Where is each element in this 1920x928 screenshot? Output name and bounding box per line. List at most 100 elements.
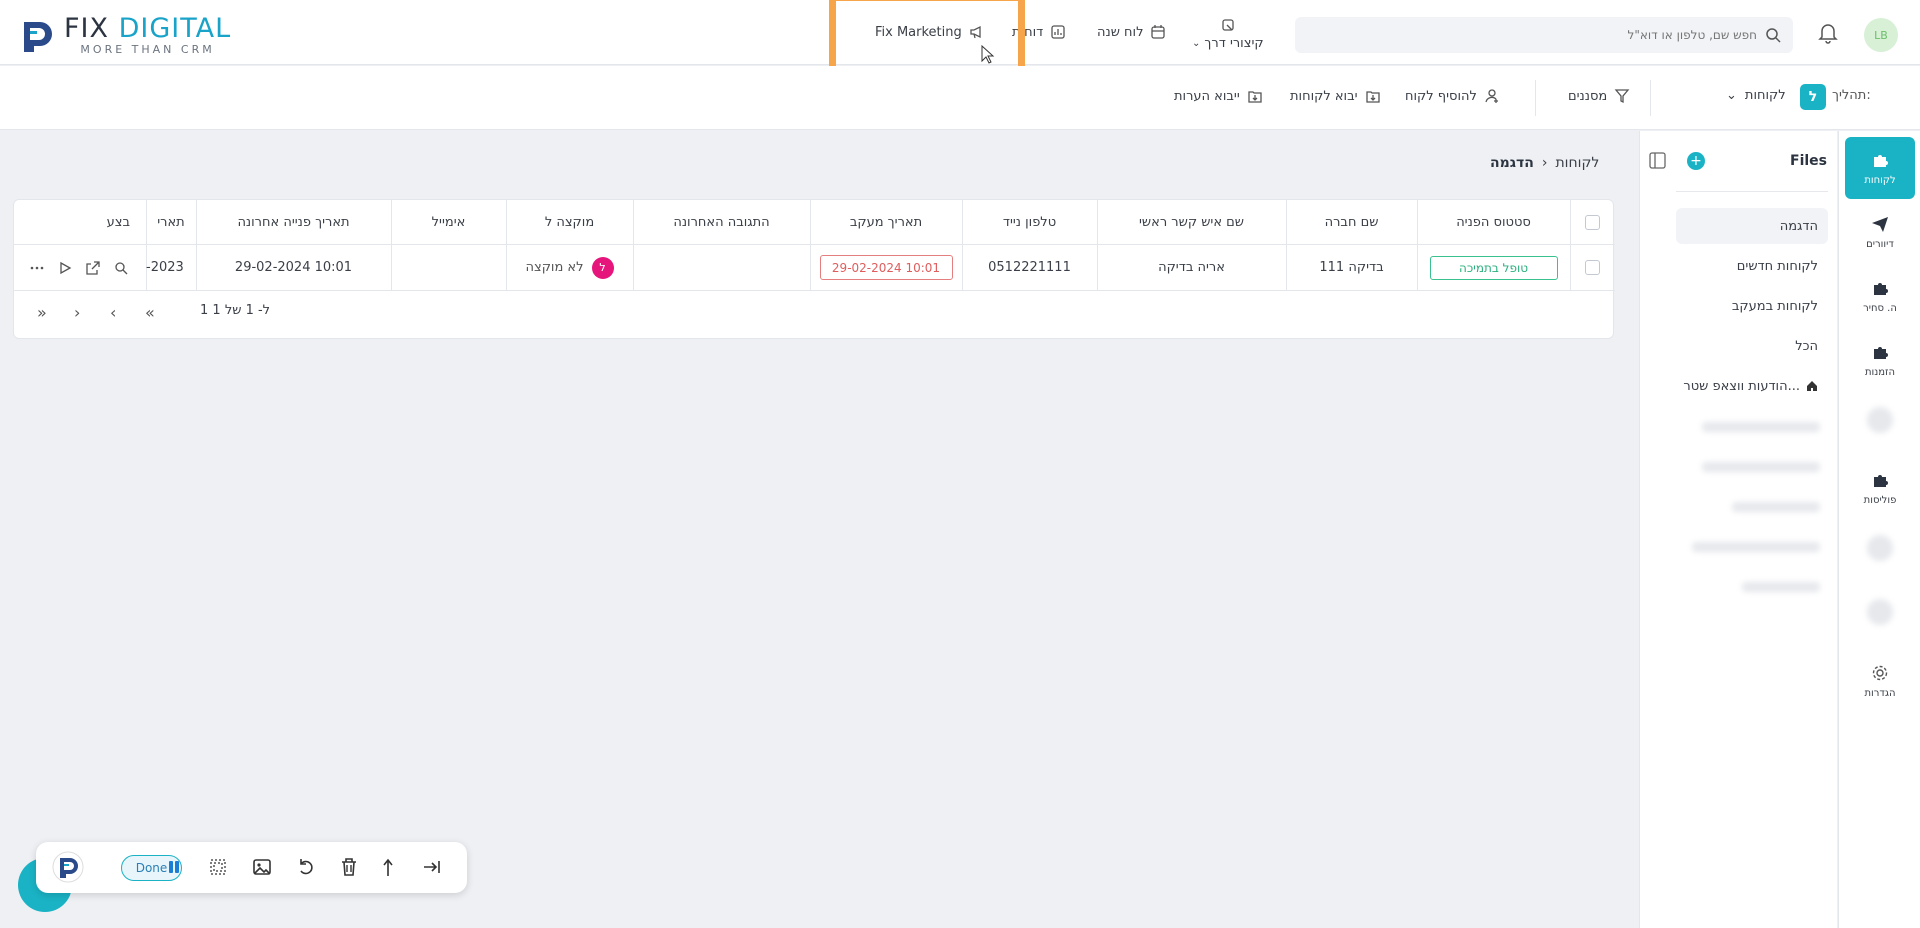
header-status[interactable]: סטטוס הפניה [1417, 200, 1570, 245]
rail-item-mailings[interactable]: דיוורים [1845, 201, 1915, 263]
process-selector[interactable]: ⌄ לקוחות [1726, 88, 1786, 103]
nav-calendar[interactable]: לוח שנה [1097, 24, 1166, 40]
contact-cell[interactable]: אריה בדיקה [1097, 245, 1286, 291]
header-last-response[interactable]: התגובה האחרונה [633, 200, 810, 245]
last-response-cell[interactable] [633, 245, 810, 291]
pause-icon[interactable] [163, 856, 185, 878]
followup-date[interactable]: 29-02-2024 10:01 [819, 255, 953, 280]
phone-cell[interactable]: 0512221111 [962, 245, 1097, 291]
rail-label: ה. סחיר [1863, 302, 1897, 314]
logo[interactable]: FIX DIGITAL MORE THAN CRM [20, 13, 231, 56]
fix-logo-icon [52, 851, 84, 883]
next-page-button[interactable]: › [74, 303, 80, 322]
breadcrumb: הדגמה › לקוחות [1490, 155, 1599, 171]
files-title: Files [1790, 153, 1827, 169]
arrow-up-icon[interactable] [379, 856, 401, 878]
rail-label: הגדרות [1864, 687, 1896, 699]
import-customers-label: יבוא לקוחות [1290, 88, 1358, 104]
search-input[interactable] [1327, 28, 1757, 42]
more-icon[interactable] [30, 261, 44, 275]
file-item-label: הכל [1795, 338, 1818, 354]
blurred-rail-item [1867, 599, 1893, 625]
blur-icon[interactable] [207, 856, 229, 878]
rail-item-policies[interactable]: פוליסות [1845, 457, 1915, 519]
followup-cell[interactable]: 29-02-2024 10:01 [810, 245, 962, 291]
nav-shortcuts[interactable]: ⌄ קיצורי דרך [1192, 18, 1264, 51]
panel-toggle-icon[interactable] [1649, 152, 1666, 169]
row-select[interactable] [1570, 245, 1615, 291]
date-cell[interactable]: -2023 [146, 245, 196, 291]
open-external-icon[interactable] [86, 260, 100, 275]
recorder-toolbar: Done [36, 842, 467, 893]
header-last-contact[interactable]: תאריך פנייה אחרונה [196, 200, 391, 245]
breadcrumb-parent[interactable]: לקוחות [1555, 155, 1599, 171]
filters-button[interactable]: מסננים [1568, 88, 1630, 104]
top-bar: FIX DIGITAL MORE THAN CRM Fix Marketing … [0, 0, 1920, 65]
file-item[interactable]: לקוחות במעקב [1676, 288, 1828, 324]
bell-icon[interactable] [1818, 22, 1838, 44]
process-name: לקוחות [1744, 88, 1786, 103]
header-date[interactable]: תארי [146, 200, 196, 245]
checkbox[interactable] [1585, 214, 1600, 230]
header-contact[interactable]: שם איש קשר ראשי [1097, 200, 1286, 245]
search-bar[interactable] [1295, 17, 1793, 53]
import-customers-button[interactable]: יבוא לקוחות [1290, 88, 1381, 104]
header-followup[interactable]: תאריך מעקב [810, 200, 962, 245]
rail-item-settings[interactable]: הגדרות [1845, 650, 1915, 712]
header-email[interactable]: אימייל [391, 200, 506, 245]
row-actions [14, 245, 146, 291]
import-notes-button[interactable]: ייבוא הערות [1174, 88, 1263, 104]
file-item[interactable]: הכל [1676, 328, 1828, 364]
nav-label: דוחות [1012, 24, 1044, 40]
nav-reports[interactable]: דוחות [1012, 24, 1066, 40]
blurred-rail-item [1867, 535, 1893, 561]
header-assigned[interactable]: מוקצה ל [506, 200, 633, 245]
header-company[interactable]: שם חברה [1286, 200, 1417, 245]
puzzle-icon [1874, 154, 1888, 167]
file-item[interactable]: הודעות ווצאפ שטר... [1676, 368, 1828, 404]
process-label: תהליך: [1832, 88, 1871, 103]
trash-icon[interactable] [338, 856, 360, 878]
search-icon[interactable] [114, 261, 128, 275]
rail-item-trade[interactable]: ה. סחיר [1845, 265, 1915, 327]
rail-item-orders[interactable]: הזמנות [1845, 329, 1915, 391]
add-user-icon [1485, 89, 1498, 103]
files-panel: + Files הדגמה לקוחות חדשים לקוחות במעקב … [1639, 131, 1837, 928]
file-item-label: לקוחות חדשים [1736, 258, 1818, 274]
pagination-text: 1 ל- 1 של 1 [200, 303, 271, 318]
undo-icon[interactable] [295, 856, 317, 878]
select-all[interactable] [1570, 200, 1615, 245]
prev-page-button[interactable]: ‹ [110, 303, 116, 322]
status-cell[interactable]: טופל בתמיכה [1417, 245, 1570, 291]
status-badge[interactable]: טופל בתמיכה [1429, 255, 1558, 280]
collapse-icon[interactable] [421, 856, 443, 878]
chevron-down-icon: ⌄ [1192, 38, 1201, 49]
megaphone-icon [970, 25, 981, 39]
add-file-button[interactable]: + [1687, 152, 1705, 170]
last-contact-cell[interactable]: 29-02-2024 10:01 [196, 245, 391, 291]
file-item[interactable]: לקוחות חדשים [1676, 248, 1828, 284]
filter-icon [1614, 89, 1630, 104]
first-page-button[interactable]: « [145, 303, 155, 322]
import-icon [1248, 91, 1262, 103]
email-cell[interactable] [391, 245, 506, 291]
assigned-cell[interactable]: לא מוקצה ל [506, 245, 633, 291]
avatar[interactable]: LB [1864, 18, 1898, 52]
rail-label: דיוורים [1866, 238, 1894, 250]
image-icon[interactable] [251, 856, 273, 878]
file-item-label: הדגמה [1779, 218, 1818, 234]
play-icon[interactable] [58, 261, 72, 275]
puzzle-icon [1874, 346, 1888, 359]
header-phone[interactable]: טלפון נייד [962, 200, 1097, 245]
checkbox[interactable] [1585, 260, 1600, 275]
rail-item-customers[interactable]: לקוחות [1845, 137, 1915, 199]
nav-label: קיצורי דרך [1204, 36, 1264, 51]
process-chip: ל [1800, 84, 1826, 110]
last-page-button[interactable]: » [37, 303, 47, 322]
add-customer-button[interactable]: להוסיף לקוח [1405, 88, 1500, 104]
company-cell[interactable]: בדיקה 111 [1286, 245, 1417, 291]
puzzle-icon [1874, 474, 1888, 487]
logo-brand-a: FIX [64, 13, 109, 44]
file-item[interactable]: הדגמה [1676, 208, 1828, 244]
nav-fix-marketing[interactable]: Fix Marketing [875, 24, 985, 40]
